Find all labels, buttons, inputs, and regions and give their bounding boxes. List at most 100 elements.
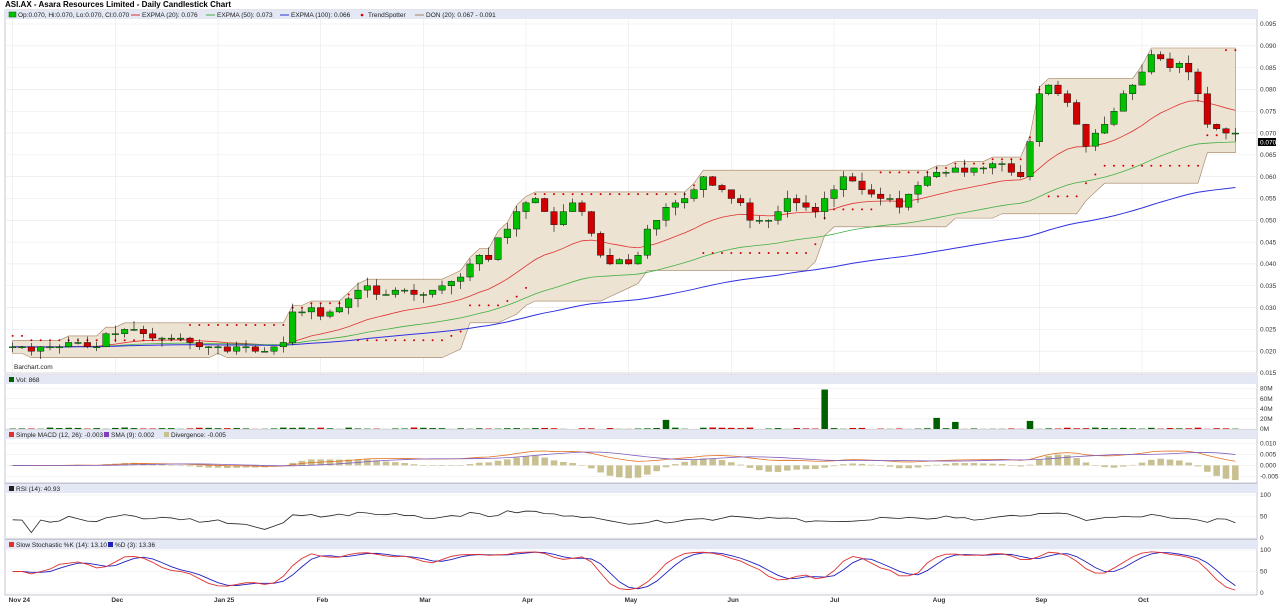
candlestick-chart: 0.015 0.020 0.025 0.030 0.035 0.040 0.045 0.050…	[4, 9, 1279, 604]
volume-bar	[401, 428, 408, 429]
divergence-bar	[644, 465, 651, 475]
candle-body	[513, 211, 521, 230]
trendspotter-dot	[347, 293, 350, 296]
candle-body	[1110, 111, 1118, 125]
rsi-tick: 100	[1260, 492, 1271, 499]
candle-body	[578, 202, 586, 212]
divergence-bar	[420, 465, 427, 466]
volume-bar	[1194, 427, 1202, 429]
trendspotter-dot	[1141, 164, 1143, 167]
trendspotter-dot	[833, 208, 835, 211]
divergence-bar	[550, 460, 558, 466]
last-price-tag: 0.070	[1258, 138, 1277, 147]
trendspotter-dot	[1001, 158, 1003, 161]
volume-bar	[532, 428, 539, 429]
divergence-bar	[709, 458, 716, 466]
trendspotter-dot	[30, 339, 33, 342]
trendspotter-dot	[917, 171, 919, 174]
volume-bar	[737, 428, 744, 429]
volume-bar	[168, 428, 175, 429]
candle-body	[326, 311, 334, 317]
volume-bar	[728, 427, 735, 429]
trendspotter-dot	[590, 193, 593, 196]
candle-body	[223, 346, 231, 352]
candle-body	[205, 346, 213, 349]
candle-body	[391, 289, 399, 295]
volume-bar	[746, 427, 754, 429]
trendspotter-dot	[11, 334, 14, 337]
price-tick: 0.070	[1260, 130, 1277, 137]
divergence-bar	[1054, 454, 1062, 466]
candle-body	[83, 342, 91, 348]
divergence-bar	[1138, 462, 1146, 466]
trendspotter-dot	[273, 324, 275, 327]
candle-body	[466, 263, 474, 278]
price-tick: 0.050	[1260, 218, 1277, 225]
legend-ema50: EXPMA (50): 0.073	[217, 12, 273, 19]
divergence-bar	[1232, 465, 1239, 481]
divergence-bar	[718, 460, 726, 466]
month-label: Aug	[933, 597, 946, 604]
macd-tick: -0.005	[1260, 474, 1279, 481]
divergence-bar	[476, 462, 483, 466]
volume-bar	[354, 428, 362, 429]
candle-body	[895, 198, 903, 208]
divergence-bar	[784, 465, 791, 471]
candle-body	[1157, 54, 1165, 60]
trendspotter-dot	[982, 162, 985, 165]
trendspotter-dot	[749, 252, 751, 255]
volume-bar	[298, 427, 306, 429]
candle-body	[746, 202, 754, 221]
trendspotter-dot	[525, 286, 527, 289]
candle-body	[1231, 132, 1239, 135]
divergence-bar	[970, 463, 978, 466]
candle-body	[46, 346, 54, 349]
trendspotter-dot	[1122, 164, 1125, 167]
candle-body	[167, 337, 175, 340]
candle-body	[615, 259, 623, 265]
divergence-bar	[494, 460, 502, 466]
trendspotter-dot	[450, 334, 453, 337]
divergence-bar	[1026, 464, 1034, 466]
volume-bar	[420, 427, 427, 429]
trendspotter-dot	[357, 339, 359, 342]
divergence-bar	[1166, 459, 1174, 466]
trendspotter-dot	[842, 208, 845, 211]
candle-body	[886, 198, 894, 200]
trendspotter-dot	[1215, 134, 1218, 137]
trendspotter-dot	[674, 193, 677, 196]
divergence-bar	[1213, 465, 1220, 476]
divergence-bar	[560, 461, 567, 466]
divergence-bar	[858, 463, 866, 466]
volume-bar	[214, 428, 222, 429]
volume-bar	[289, 427, 296, 429]
candle-body	[363, 285, 371, 291]
volume-bar	[933, 417, 940, 429]
trendspotter-dot	[898, 171, 901, 174]
divergence-bar	[840, 464, 847, 466]
divergence-bar	[830, 465, 838, 467]
volume-bar	[513, 428, 520, 429]
trendspotter-dot	[39, 339, 42, 342]
stoch-tick: 0	[1260, 590, 1264, 597]
trendspotter-dot	[263, 324, 266, 327]
candle-body	[55, 346, 63, 349]
divergence-bar	[429, 465, 436, 466]
candle-body	[1203, 93, 1211, 125]
trendspotter-dot	[861, 208, 863, 211]
candle-body	[139, 329, 147, 334]
divergence-bar	[1073, 458, 1080, 466]
candle-body	[634, 255, 642, 265]
trendspotter-dot	[366, 339, 369, 342]
volume-bar	[662, 419, 670, 429]
volume-bar	[709, 427, 716, 429]
trendspotter-dot	[1113, 164, 1115, 167]
divergence-bar	[1176, 460, 1183, 466]
trendspotter-dot	[375, 339, 378, 342]
trendspotter-dot	[945, 166, 947, 169]
volume-tick: 40M	[1260, 406, 1273, 413]
trendspotter-dot	[1197, 164, 1199, 167]
candle-body	[1222, 128, 1230, 134]
trendspotter-dot	[767, 252, 770, 255]
volume-bar	[112, 427, 119, 429]
